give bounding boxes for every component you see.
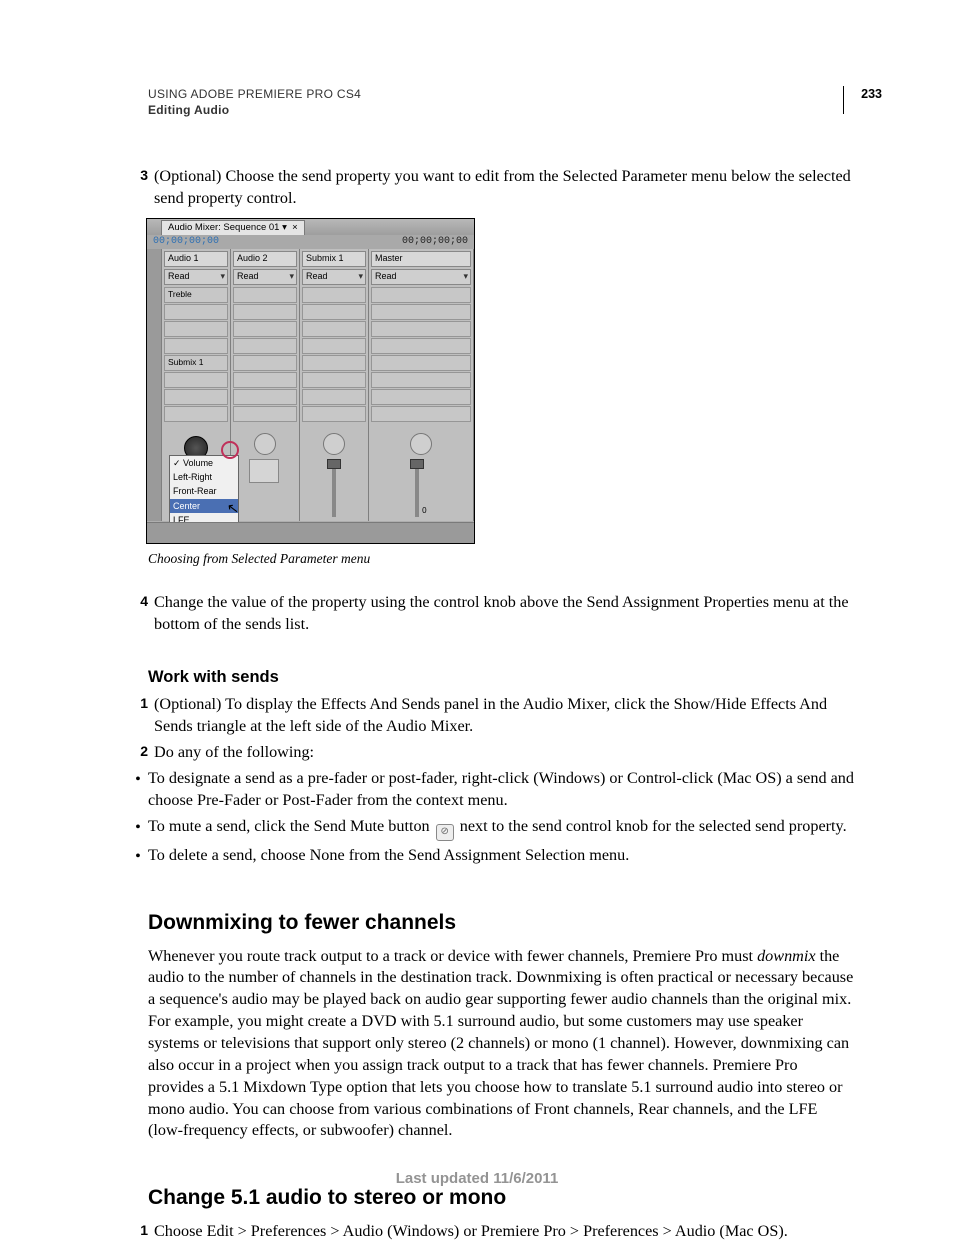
paragraph: Whenever you route track output to a tra…: [148, 946, 856, 1143]
bullet-text: To delete a send, choose None from the S…: [148, 845, 856, 867]
step-text: Change the value of the property using t…: [154, 592, 856, 636]
audio-mixer-screenshot: Audio Mixer: Sequence 01 ▾ × 00;00;00;00…: [146, 218, 475, 544]
step-number: 4: [128, 592, 154, 612]
step-text: Do any of the following:: [154, 742, 856, 764]
step-text: (Optional) To display the Effects And Se…: [154, 694, 856, 738]
step-number: 2: [128, 742, 154, 762]
send-mute-icon: ⊘: [436, 824, 454, 841]
bullet-text: To designate a send as a pre-fader or po…: [148, 768, 856, 812]
page-number: 233: [861, 86, 882, 103]
heading-downmixing: Downmixing to fewer channels: [148, 909, 856, 937]
footer-updated: Last updated 11/6/2011: [0, 1169, 954, 1189]
step-text: Choose Edit > Preferences > Audio (Windo…: [154, 1221, 856, 1243]
running-header: USING ADOBE PREMIERE PRO CS4 Editing Aud…: [148, 86, 856, 118]
bullet-text: To mute a send, click the Send Mute butt…: [148, 816, 856, 841]
heading-work-with-sends: Work with sends: [148, 666, 856, 688]
step-text: (Optional) Choose the send property you …: [154, 166, 856, 210]
step-number: 1: [128, 1221, 154, 1241]
figure-caption: Choosing from Selected Parameter menu: [148, 550, 856, 568]
step-number: 3: [128, 166, 154, 186]
step-number: 1: [128, 694, 154, 714]
